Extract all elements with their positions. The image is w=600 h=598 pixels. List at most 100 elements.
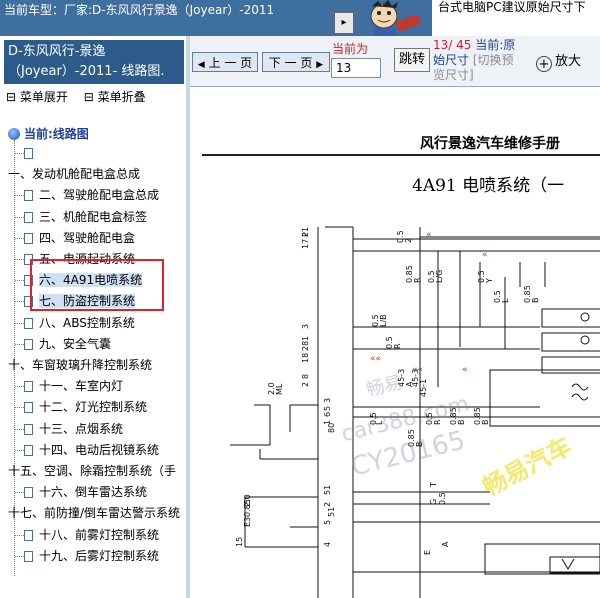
page-arrow-icon[interactable]: ▸ [334, 12, 354, 34]
page-input[interactable]: 13 [331, 58, 381, 78]
tree-item[interactable] [24, 145, 39, 161]
jump-button[interactable]: 跳转 [394, 48, 430, 72]
tree-item[interactable]: 十二、灯光控制系统 [24, 399, 147, 415]
tree-item[interactable]: 四、驾驶舱配电盒 [24, 230, 135, 246]
tree-connector [15, 259, 24, 260]
tree-connector [15, 492, 24, 493]
wire-label: B [457, 420, 466, 426]
tree-item-label: 八、ABS控制系统 [39, 316, 135, 330]
tree-item-label: 十五、空调、除霜控制系统（手 [8, 464, 177, 478]
document-icon [24, 212, 33, 223]
tree-connector [15, 217, 24, 218]
next-page-button[interactable]: 下 一 页 ▶ [262, 52, 330, 72]
wire-label: R [393, 343, 402, 349]
tree-item-label: 一、发动机舱配电盒总成 [8, 167, 141, 181]
wire-label: 4 [323, 542, 332, 547]
wire-label: L/B [379, 314, 388, 327]
wire-label: 15 [235, 537, 244, 547]
tree-item[interactable]: 十四、电动后视镜系统 [24, 442, 159, 458]
jump-label: 跳转 [398, 52, 425, 67]
document-icon [24, 551, 33, 562]
tree-item-label: 十二、灯光控制系统 [39, 400, 148, 414]
size-switch-link[interactable]: [切换预 [473, 53, 514, 67]
wire-label: 51 [327, 507, 336, 517]
wire-label: B [531, 298, 540, 304]
tree-item-label: 十、车窗玻璃升降控制系统 [8, 358, 153, 372]
ad-banner[interactable]: 台式电脑PC建议原始尺寸下 [432, 0, 600, 36]
tree-connector [15, 556, 24, 557]
wire-label: 0.5 [427, 270, 436, 283]
document-icon [24, 148, 33, 159]
tree-item[interactable]: 十九、后雾灯控制系统 [24, 548, 159, 564]
wire-label: 17 [301, 239, 310, 249]
wire-label: A [441, 541, 450, 547]
wire-label: P1 [301, 227, 310, 237]
prev-page-button[interactable]: ◀ 上 一 页 [192, 52, 258, 72]
tree-item-label: 十八、前雾灯控制系统 [39, 528, 160, 542]
wire-label: 0.85 [523, 285, 532, 303]
tree-item-label: 十三、点烟系统 [39, 422, 124, 436]
next-page-label: 下 一 页 [268, 56, 313, 70]
tree-connector [15, 429, 24, 430]
collapse-menu-button[interactable]: ⊟ 菜单折叠 [84, 90, 152, 104]
document-icon [24, 487, 33, 498]
document-icon [24, 339, 33, 350]
wire-label: 51 [323, 485, 332, 495]
page-count: 13/ 45 [433, 38, 472, 52]
wire-label: 1 [301, 336, 310, 341]
wire-label: 80 [327, 423, 336, 433]
tree-folder[interactable]: 十五、空调、除霜控制系统（手 [8, 463, 176, 479]
zoom-button[interactable]: + 放大 [536, 50, 581, 72]
size-switch-link-2[interactable]: 览尺寸] [433, 68, 474, 82]
tree-item[interactable]: 十八、前雾灯控制系统 [24, 527, 159, 543]
tree-item[interactable]: 九、安全气囊 [24, 336, 111, 352]
wire-label: 0.5 [371, 314, 380, 327]
document-icon [24, 402, 33, 413]
wire-label: 0.85 [405, 265, 414, 283]
wire-label: 45-1 [419, 379, 428, 397]
prev-page-label: 上 一 页 [208, 56, 253, 70]
tree-item[interactable]: 十六、倒车雷达系统 [24, 484, 147, 500]
document-icon [24, 381, 33, 392]
zoom-icon: + [536, 56, 552, 72]
wire-label: 3 [301, 324, 310, 329]
tree-connector [15, 323, 24, 324]
tree-item[interactable]: 三、机舱配电盒标签 [24, 209, 147, 225]
tree-item-label: 九、安全气囊 [39, 337, 112, 351]
tree-root[interactable]: 当前:线路图 [8, 126, 89, 142]
wire-label: 28 [301, 341, 310, 351]
current-model-label: 当前车型： [4, 3, 65, 17]
tree-folder[interactable]: 十七、前防撞/倒车雷达警示系统 [8, 505, 180, 521]
tree-item-label: 十四、电动后视镜系统 [39, 443, 160, 457]
top-bar: 当前车型：厂家:D-东风风行景逸（Joyear）-2011 ▸ 台式电脑PC建议… [0, 0, 600, 36]
tree-item[interactable]: 十三、点烟系统 [24, 421, 123, 437]
tree-item[interactable]: 二、驾驶舱配电盒总成 [24, 187, 159, 203]
wire-label: 3 [323, 398, 332, 403]
wire-label: 5 [323, 406, 332, 411]
svg-text:««: «« [370, 354, 381, 364]
menu-controls: ⊟ 菜单展开 ⊟ 菜单折叠 [6, 88, 158, 105]
wire-label: T [429, 482, 438, 488]
document-icon [24, 424, 33, 435]
expand-menu-button[interactable]: ⊟ 菜单展开 [6, 90, 74, 104]
menu-title-line1: D-东风风行-景逸 [8, 44, 106, 59]
svg-text:«: « [462, 365, 468, 375]
document-icon [24, 233, 33, 244]
tree-connector [15, 407, 24, 408]
document-viewer[interactable]: 风行景逸汽车维修手册 4A91 电喷系统（一 « « «« « «« 2 17 … [190, 87, 600, 598]
wire-label: Y [485, 278, 494, 284]
wire-label: L [501, 298, 510, 303]
tree-item-label: 二、驾驶舱配电盒总成 [39, 188, 160, 202]
tree-item[interactable]: 八、ABS控制系统 [24, 315, 135, 331]
ad-text: 台式电脑PC建议原始尺寸下 [438, 0, 586, 14]
page-info: 13/ 45 当前:原 始尺寸 [切换预 览尺寸] [433, 38, 517, 83]
tree-folder[interactable]: 一、发动机舱配电盒总成 [8, 166, 140, 182]
wire-label: 2 [301, 382, 310, 387]
expand-menu-label: 菜单展开 [19, 90, 68, 104]
tree-item[interactable]: 十一、车室内灯 [24, 378, 123, 394]
tree-folder[interactable]: 十、车窗玻璃升降控制系统 [8, 357, 152, 373]
menu-title-line2: （Joyear）-2011- 线路图. [8, 64, 165, 79]
tree-connector [15, 238, 24, 239]
menu-title: D-东风风行-景逸 （Joyear）-2011- 线路图. [4, 40, 184, 84]
document-icon [24, 445, 33, 456]
